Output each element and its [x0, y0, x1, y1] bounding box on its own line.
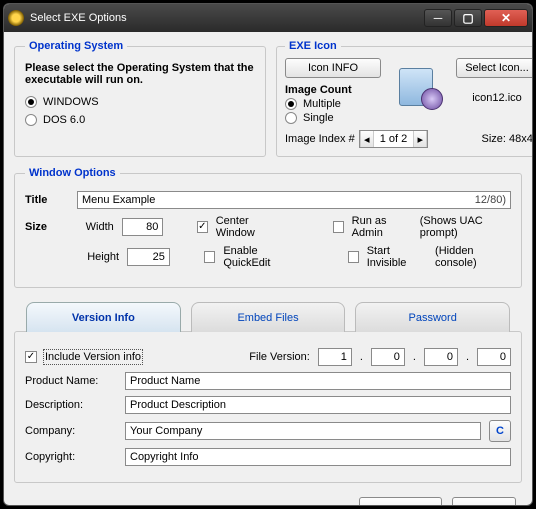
file-version-2[interactable]: 0	[371, 348, 405, 366]
os-option-windows[interactable]: WINDOWS	[25, 96, 255, 108]
start-invisible-checkbox[interactable]	[348, 251, 359, 263]
size-label: Size	[25, 221, 64, 233]
build-exe-button[interactable]: Build EXE	[359, 497, 442, 506]
run-as-admin-hint: (Shows UAC prompt)	[420, 215, 511, 239]
tab-embed-files[interactable]: Embed Files	[191, 302, 346, 332]
include-version-checkbox[interactable]	[25, 351, 37, 363]
os-legend: Operating System	[25, 40, 127, 52]
image-index-value: 1 of 2	[374, 133, 414, 145]
title-label: Title	[25, 194, 69, 206]
minimize-button[interactable]: ─	[424, 9, 452, 27]
product-name-label: Product Name:	[25, 375, 117, 387]
winopts-legend: Window Options	[25, 167, 120, 179]
height-label: Height	[87, 251, 119, 263]
app-icon	[8, 10, 24, 26]
start-invisible-hint: (Hidden console)	[435, 245, 511, 269]
center-window-label: Center Window	[216, 215, 282, 239]
os-windows-label: WINDOWS	[43, 96, 99, 108]
description-label: Description:	[25, 399, 117, 411]
icon-preview	[395, 62, 443, 110]
include-version-label: Include Version info	[45, 351, 141, 363]
description-input[interactable]: Product Description	[125, 396, 511, 414]
width-input[interactable]: 80	[122, 218, 164, 236]
tab-version-info[interactable]: Version Info	[26, 302, 181, 332]
file-version-4[interactable]: 0	[477, 348, 511, 366]
center-window-checkbox[interactable]	[197, 221, 208, 233]
os-dos-label: DOS 6.0	[43, 114, 85, 126]
maximize-button[interactable]: ▢	[454, 9, 482, 27]
chevron-left-icon[interactable]: ◂	[360, 131, 374, 147]
start-invisible-label: Start Invisible	[367, 245, 427, 269]
image-index-spinner[interactable]: ◂ 1 of 2 ▸	[359, 130, 429, 148]
tab-body-version: Include Version info File Version: 1. 0.…	[14, 331, 522, 483]
enable-quickedit-checkbox[interactable]	[204, 251, 215, 263]
company-label: Company:	[25, 425, 117, 437]
image-count-multiple[interactable]: Multiple	[285, 98, 383, 110]
tab-strip: Version Info Embed Files Password	[14, 302, 522, 332]
radio-icon	[25, 114, 37, 126]
height-input[interactable]: 25	[127, 248, 170, 266]
copyright-label: Copyright:	[25, 451, 117, 463]
icon-filename: icon12.ico	[455, 92, 533, 104]
enable-quickedit-label: Enable QuickEdit	[223, 245, 300, 269]
os-message: Please select the Operating System that …	[25, 62, 255, 86]
tab-password[interactable]: Password	[355, 302, 510, 332]
company-input[interactable]: Your Company	[125, 422, 481, 440]
company-c-button[interactable]: C	[489, 420, 511, 442]
operating-system-group: Operating System Please select the Opera…	[14, 40, 266, 157]
cancel-button[interactable]: Cancel	[452, 497, 516, 506]
icon-legend: EXE Icon	[285, 40, 341, 52]
image-index-label: Image Index #	[285, 133, 355, 145]
radio-icon	[285, 98, 297, 110]
os-option-dos[interactable]: DOS 6.0	[25, 114, 255, 126]
titlebar[interactable]: Select EXE Options ─ ▢ ✕	[4, 4, 532, 32]
title-input[interactable]: Menu Example 12/80)	[77, 191, 511, 209]
image-count-label: Image Count	[285, 84, 383, 96]
window-options-group: Window Options Title Menu Example 12/80)…	[14, 167, 522, 288]
copyright-input[interactable]: Copyright Info	[125, 448, 511, 466]
run-as-admin-checkbox[interactable]	[333, 221, 344, 233]
width-label: Width	[86, 221, 114, 233]
icon-info-button[interactable]: Icon INFO	[285, 58, 381, 78]
window-title: Select EXE Options	[30, 12, 424, 24]
image-count-single[interactable]: Single	[285, 112, 383, 124]
radio-icon	[285, 112, 297, 124]
file-version-3[interactable]: 0	[424, 348, 458, 366]
select-icon-button[interactable]: Select Icon...	[456, 58, 533, 78]
dialog-window: Select EXE Options ─ ▢ ✕ Operating Syste…	[3, 3, 533, 506]
exe-icon-group: EXE Icon Icon INFO Image Count Multiple …	[276, 40, 533, 157]
run-as-admin-label: Run as Admin	[352, 215, 412, 239]
chevron-right-icon[interactable]: ▸	[413, 131, 427, 147]
icon-size-label: Size: 48x48	[482, 133, 533, 145]
title-counter: 12/80)	[475, 194, 506, 206]
radio-icon	[25, 96, 37, 108]
file-version-1[interactable]: 1	[318, 348, 352, 366]
close-button[interactable]: ✕	[484, 9, 528, 27]
product-name-input[interactable]: Product Name	[125, 372, 511, 390]
file-version-label: File Version:	[249, 351, 310, 363]
